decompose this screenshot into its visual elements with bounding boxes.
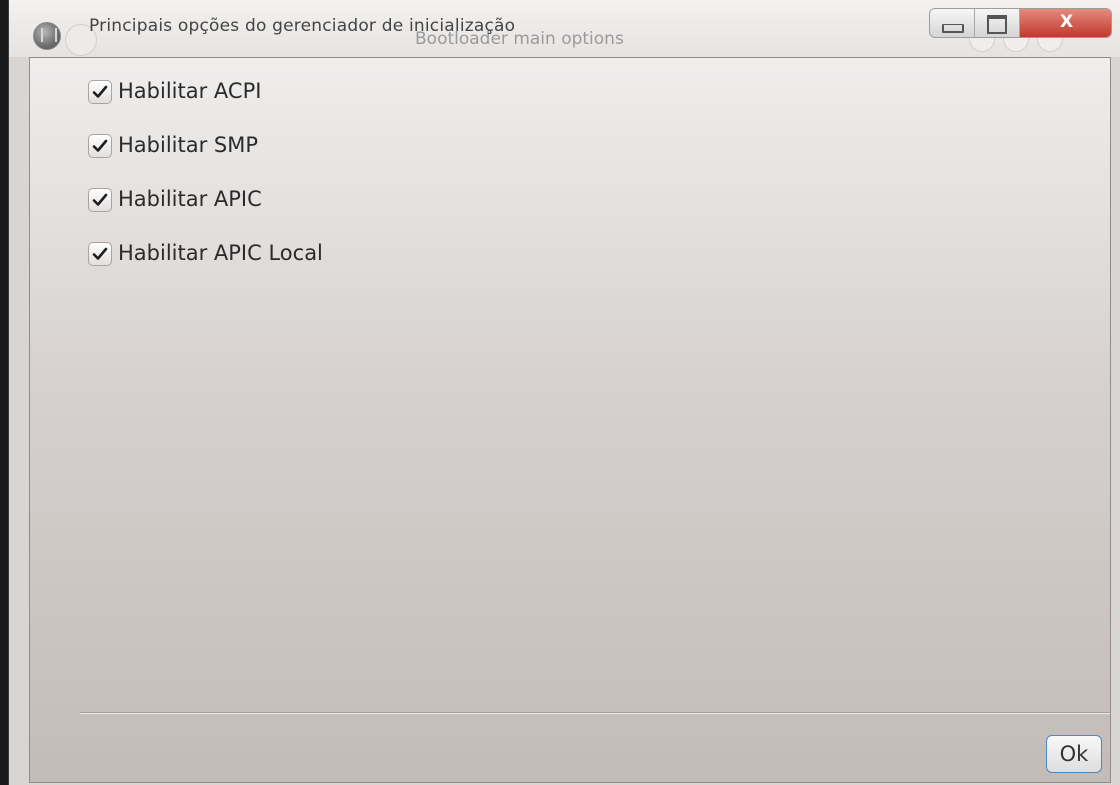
separator bbox=[80, 712, 1110, 714]
checkmark-icon bbox=[92, 139, 108, 152]
window-controls bbox=[929, 8, 1112, 38]
checkbox-acpi[interactable] bbox=[88, 80, 112, 104]
option-enable-acpi[interactable]: Habilitar ACPI bbox=[88, 62, 323, 116]
dialog-content: Habilitar ACPI Habilitar SMP Habilitar A… bbox=[29, 57, 1111, 783]
option-label: Habilitar APIC Local bbox=[118, 241, 323, 265]
option-enable-smp[interactable]: Habilitar SMP bbox=[88, 116, 323, 170]
option-label: Habilitar SMP bbox=[118, 133, 259, 157]
checkbox-local-apic[interactable] bbox=[88, 242, 112, 266]
checkmark-icon bbox=[92, 85, 108, 98]
option-enable-local-apic[interactable]: Habilitar APIC Local bbox=[88, 224, 323, 278]
option-enable-apic[interactable]: Habilitar APIC bbox=[88, 170, 323, 224]
app-icon bbox=[33, 22, 61, 50]
checkmark-icon bbox=[92, 193, 108, 206]
option-label: Habilitar APIC bbox=[118, 187, 262, 211]
window-title: Principais opções do gerenciador de inic… bbox=[89, 16, 516, 36]
options-list: Habilitar ACPI Habilitar SMP Habilitar A… bbox=[88, 62, 323, 278]
checkmark-icon bbox=[92, 247, 108, 260]
ok-button[interactable]: Ok bbox=[1046, 735, 1102, 773]
maximize-button[interactable] bbox=[975, 9, 1020, 37]
dialog-window: Bootloader main options Principais opçõe… bbox=[8, 0, 1120, 785]
close-button[interactable] bbox=[1020, 9, 1111, 37]
checkbox-apic[interactable] bbox=[88, 188, 112, 212]
title-bar[interactable]: Bootloader main options Principais opçõe… bbox=[9, 0, 1120, 57]
minimize-button[interactable] bbox=[930, 9, 975, 37]
option-label: Habilitar ACPI bbox=[118, 79, 262, 103]
checkbox-smp[interactable] bbox=[88, 134, 112, 158]
